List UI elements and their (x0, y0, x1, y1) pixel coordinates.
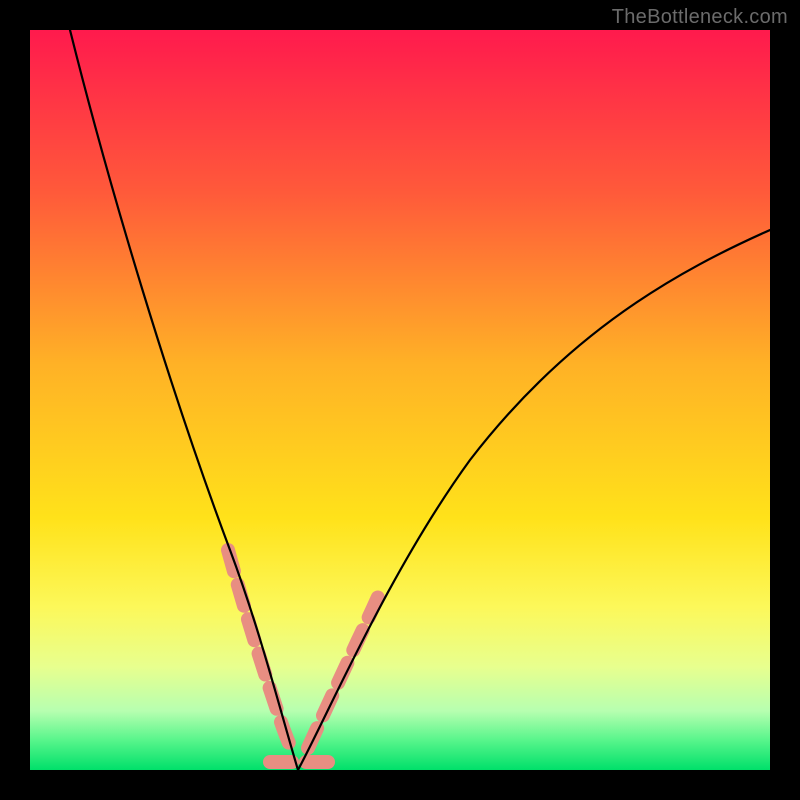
curve-right (298, 230, 770, 770)
salmon-dash-left (228, 550, 292, 750)
watermark-text: TheBottleneck.com (612, 6, 788, 29)
salmon-dash-right (308, 588, 382, 748)
outer-frame: TheBottleneck.com (0, 0, 800, 800)
salmon-highlight (228, 550, 382, 762)
plot-area (30, 30, 770, 770)
curves-layer (30, 30, 770, 770)
